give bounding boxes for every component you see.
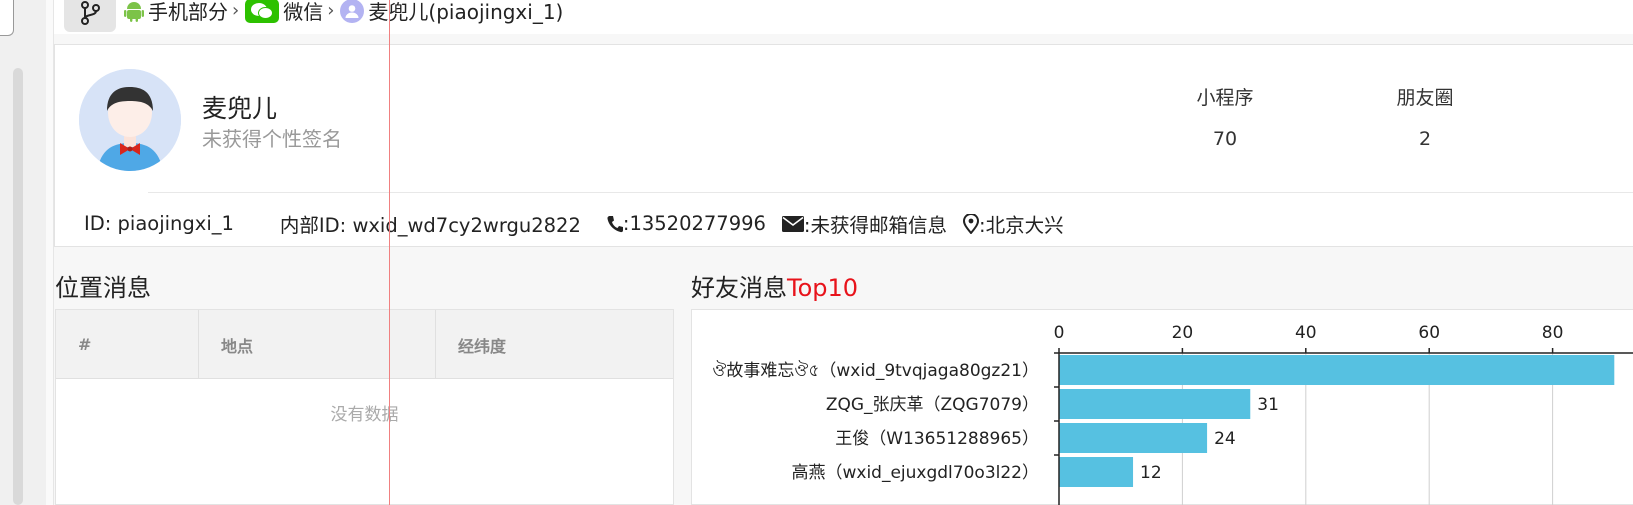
breadcrumb-bar: 手机部分 › 微信 › 麦兜儿(piaojingxi_1) xyxy=(54,0,1633,34)
friends-section-title: 好友消息Top10 xyxy=(691,268,858,303)
bar xyxy=(1059,355,1615,385)
bar xyxy=(1059,457,1134,487)
location-info: :北京大兴 xyxy=(963,209,1064,238)
column-header-coordinates[interactable]: 经纬度 xyxy=(436,310,673,379)
stat-mini-programs[interactable]: 小程序 70 xyxy=(1165,83,1285,150)
branch-icon xyxy=(81,1,100,25)
y-category-label: ZQG_张庆革（ZQG7079） xyxy=(826,395,1039,415)
rail-divider xyxy=(46,0,54,505)
breadcrumb-label: 麦兜儿(piaojingxi_1) xyxy=(368,0,564,24)
breadcrumb-item-wechat[interactable]: 微信 xyxy=(245,0,323,25)
stat-moments[interactable]: 朋友圈 2 xyxy=(1365,83,1485,150)
breadcrumb-separator: › xyxy=(232,0,240,21)
profile-signature: 未获得个性签名 xyxy=(202,127,342,151)
breadcrumb-label: 手机部分 xyxy=(148,0,228,24)
bar xyxy=(1059,423,1208,453)
stat-label: 朋友圈 xyxy=(1396,87,1454,109)
empty-state-text: 没有数据 xyxy=(330,405,399,425)
bar-value-label: 31 xyxy=(1257,395,1279,415)
location-text: :北京大兴 xyxy=(979,214,1064,237)
profile-card: 麦兜儿 未获得个性签名 小程序 70 朋友圈 2 ID: piaojingxi_… xyxy=(54,44,1633,247)
x-tick-label: 20 xyxy=(1172,323,1194,343)
avatar xyxy=(79,69,181,171)
location-table: # 地点 经纬度 没有数据 xyxy=(55,309,674,505)
x-tick-label: 0 xyxy=(1054,323,1065,343)
x-tick-label: 80 xyxy=(1542,323,1564,343)
column-header-index[interactable]: # xyxy=(56,310,199,379)
y-category-label: ঔ故事难忘ঔ৫（wxid_9tvqjaga80gz21） xyxy=(712,360,1039,381)
location-pin-icon xyxy=(963,213,979,234)
stat-value: 70 xyxy=(1212,128,1238,150)
phone-icon xyxy=(607,215,623,232)
avatar-illustration xyxy=(79,69,181,171)
internal-id: 内部ID: wxid_wd7cy2wrgu2822 xyxy=(279,214,581,237)
wechat-icon xyxy=(245,0,280,23)
y-category-label: 高燕（wxid_ejuxgdl70o3l22） xyxy=(791,463,1039,483)
person-icon xyxy=(340,0,365,23)
email-info: :未获得邮箱信息 xyxy=(781,209,947,238)
card-divider xyxy=(148,192,1633,193)
stat-label: 小程序 xyxy=(1196,87,1254,109)
bar xyxy=(1059,389,1251,419)
bar-value-label: 12 xyxy=(1140,463,1162,483)
phone-number: :13520277996 xyxy=(622,212,766,235)
mail-icon xyxy=(781,215,804,232)
phone-info: :13520277996 xyxy=(607,212,766,235)
breadcrumb-item-phone[interactable]: 手机部分 xyxy=(124,0,228,25)
collapsed-tab[interactable] xyxy=(0,0,14,36)
branch-button[interactable] xyxy=(64,0,116,32)
breadcrumb: 手机部分 › 微信 › 麦兜儿(piaojingxi_1) xyxy=(124,0,563,25)
profile-name: 麦兜儿 xyxy=(202,94,278,123)
scrollbar[interactable] xyxy=(13,68,23,505)
left-rail xyxy=(0,0,46,505)
y-category-label: 王俊（W13651288965） xyxy=(835,429,1039,449)
friends-title-accent: Top10 xyxy=(787,274,859,302)
friends-chart-panel: 0 20 40 60 80 ঔ故事难忘ঔ৫（wxid_9tvqjaga80gz21） ZQG… xyxy=(691,309,1633,505)
breadcrumb-item-contact[interactable]: 麦兜儿(piaojingxi_1) xyxy=(340,0,563,25)
x-tick-label: 40 xyxy=(1295,323,1317,343)
friends-title-text: 好友消息 xyxy=(691,274,787,302)
column-header-place[interactable]: 地点 xyxy=(199,310,436,379)
breadcrumb-separator: › xyxy=(327,0,335,21)
x-tick-label: 60 xyxy=(1418,323,1440,343)
stat-value: 2 xyxy=(1418,128,1432,150)
profile-info-row: ID: piaojingxi_1 内部ID: wxid_wd7cy2wrgu28… xyxy=(84,209,1064,238)
email-text: :未获得邮箱信息 xyxy=(803,214,947,237)
location-section-title: 位置消息 xyxy=(55,274,151,302)
wechat-id: ID: piaojingxi_1 xyxy=(84,212,234,235)
guide-line xyxy=(389,0,390,505)
friends-bar-chart: 0 20 40 60 80 ঔ故事难忘ঔ৫（wxid_9tvqjaga80gz21） ZQG… xyxy=(712,323,1633,505)
android-icon xyxy=(124,1,144,22)
bar-value-label: 24 xyxy=(1214,429,1236,449)
breadcrumb-label: 微信 xyxy=(283,0,324,24)
location-table-header: # 地点 经纬度 xyxy=(56,310,673,379)
